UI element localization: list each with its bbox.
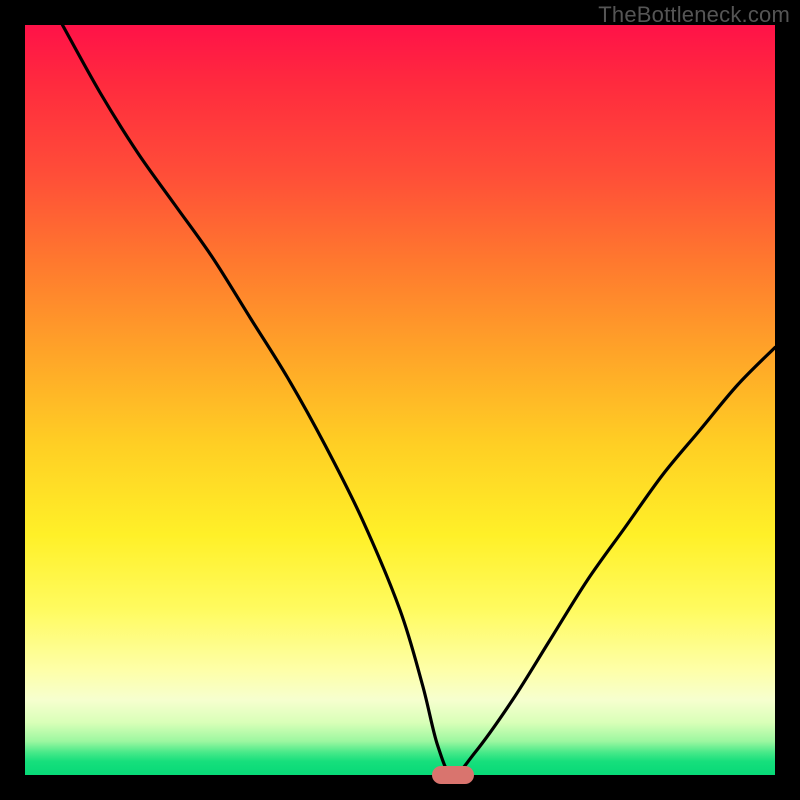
- bottleneck-curve: [63, 25, 776, 775]
- watermark-text: TheBottleneck.com: [598, 2, 790, 28]
- minimum-marker: [432, 766, 474, 784]
- chart-frame: TheBottleneck.com: [0, 0, 800, 800]
- curve-svg: [25, 25, 775, 775]
- plot-area: [25, 25, 775, 775]
